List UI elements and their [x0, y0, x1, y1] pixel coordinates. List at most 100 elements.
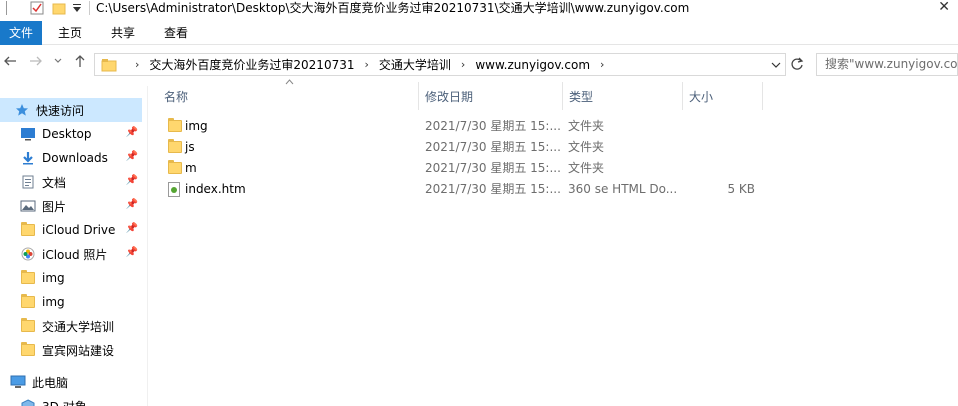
sidebar-item-icloud-drive[interactable]: iCloud Drive 📌: [0, 218, 142, 242]
file-size: 5 KB: [727, 182, 755, 196]
sidebar-item-label: iCloud 照片: [42, 247, 108, 262]
column-divider[interactable]: [418, 82, 419, 110]
file-row[interactable]: index.htm 2021/7/30 星期五 15:... 360 se HT…: [160, 179, 760, 200]
file-type: 文件夹: [568, 140, 605, 154]
download-icon: [20, 150, 36, 166]
breadcrumb-item[interactable]: 交大海外百度竞价业务过审20210731: [149, 56, 354, 73]
window-title: C:\Users\Administrator\Desktop\交大海外百度竞价业…: [96, 1, 690, 15]
column-header-size[interactable]: 大小: [685, 82, 761, 112]
sidebar-item-downloads[interactable]: Downloads 📌: [0, 146, 142, 170]
address-bar[interactable]: › 交大海外百度竞价业务过审20210731 › 交通大学培训 › www.zu…: [94, 53, 786, 76]
pin-icon[interactable]: 📌: [126, 247, 138, 258]
sidebar-item-label: 交通大学培训: [42, 319, 115, 334]
file-row[interactable]: m 2021/7/30 星期五 15:... 文件夹: [160, 158, 760, 179]
sidebar-item-label: 宣宾网站建设: [42, 343, 115, 358]
sidebar-item-label: 文档: [42, 175, 67, 190]
file-name: index.htm: [185, 182, 246, 196]
sidebar-item-label: 图片: [42, 199, 67, 214]
photos-icon: [20, 246, 36, 262]
file-row[interactable]: img 2021/7/30 星期五 15:... 文件夹: [160, 116, 760, 137]
tab-home[interactable]: 主页: [55, 21, 85, 45]
sidebar-item-label: 3D 对象: [42, 398, 87, 406]
breadcrumb-separator-icon[interactable]: ›: [135, 58, 139, 71]
folder-icon: [20, 270, 36, 286]
close-icon[interactable]: ✕: [938, 0, 950, 14]
sidebar-item-label: iCloud Drive: [42, 223, 116, 237]
file-type: 360 se HTML Do...: [568, 182, 678, 196]
customize-toolbar-icon[interactable]: [72, 0, 82, 16]
sidebar-item-this-pc[interactable]: 此电脑: [0, 370, 142, 394]
search-input[interactable]: 搜索"www.zunyigov.com": [816, 53, 958, 76]
column-header-type[interactable]: 类型: [565, 82, 681, 112]
pin-icon[interactable]: 📌: [126, 151, 138, 162]
sidebar-item-img[interactable]: img: [0, 266, 142, 290]
file-date: 2021/7/30 星期五 15:...: [425, 119, 561, 133]
breadcrumb-separator-icon[interactable]: ›: [365, 58, 369, 71]
tab-view[interactable]: 查看: [161, 21, 191, 45]
file-date: 2021/7/30 星期五 15:...: [425, 140, 561, 154]
address-folder-icon: [101, 58, 117, 72]
file-name: m: [185, 161, 197, 175]
breadcrumb-item[interactable]: www.zunyigov.com: [475, 58, 590, 72]
address-dropdown-icon[interactable]: [771, 54, 781, 75]
quick-access-separator: [4, 0, 10, 16]
sidebar-item-pictures[interactable]: 图片 📌: [0, 194, 142, 218]
sidebar-item-quick-access[interactable]: 快速访问: [0, 98, 142, 122]
file-name: js: [185, 140, 195, 154]
file-name: img: [185, 119, 208, 133]
sidebar-item-3d-objects[interactable]: 3D 对象: [0, 394, 142, 406]
sidebar-item-website-build[interactable]: 宣宾网站建设: [0, 338, 142, 362]
pin-icon[interactable]: 📌: [126, 199, 138, 210]
column-divider[interactable]: [682, 82, 683, 110]
tab-file[interactable]: 文件: [0, 21, 42, 45]
folder-icon: [20, 294, 36, 310]
star-icon: [14, 102, 30, 118]
folder-icon: [20, 318, 36, 334]
recent-locations-chevron-icon[interactable]: [48, 54, 68, 74]
file-date: 2021/7/30 星期五 15:...: [425, 161, 561, 175]
pin-icon[interactable]: 📌: [126, 223, 138, 234]
column-divider[interactable]: [762, 82, 763, 110]
sidebar-item-img-2[interactable]: img: [0, 290, 142, 314]
file-date: 2021/7/30 星期五 15:...: [425, 182, 561, 196]
sidebar-item-documents[interactable]: 文档 📌: [0, 170, 142, 194]
file-type: 文件夹: [568, 161, 605, 175]
up-arrow-icon[interactable]: [70, 54, 90, 74]
sidebar-item-label: Desktop: [42, 127, 92, 141]
breadcrumb-separator-icon[interactable]: ›: [461, 58, 465, 71]
desktop-icon: [20, 126, 36, 142]
column-divider[interactable]: [562, 82, 563, 110]
folder-icon: [20, 222, 36, 238]
documents-icon: [20, 174, 36, 190]
sidebar-item-label: Downloads: [42, 151, 108, 165]
title-separator: [88, 0, 92, 16]
title-bar: C:\Users\Administrator\Desktop\交大海外百度竞价业…: [0, 0, 958, 16]
folder-icon: [20, 342, 36, 358]
column-header-date[interactable]: 修改日期: [421, 82, 561, 112]
sidebar-item-icloud-photos[interactable]: iCloud 照片 📌: [0, 242, 142, 266]
column-header-name[interactable]: 名称: [160, 82, 418, 112]
breadcrumb-item[interactable]: 交通大学培训: [379, 56, 451, 73]
navigation-pane: 快速访问 Desktop 📌 Downloads 📌 文档 📌 图片 📌 iCl…: [0, 86, 148, 406]
sidebar-item-label: 此电脑: [32, 375, 69, 390]
refresh-icon[interactable]: [788, 53, 806, 76]
navigation-bar: › 交大海外百度竞价业务过审20210731 › 交通大学培训 › www.zu…: [0, 50, 958, 78]
new-folder-icon[interactable]: [52, 0, 66, 16]
sidebar-item-label: img: [42, 271, 65, 285]
tab-share[interactable]: 共享: [108, 21, 138, 45]
pin-icon[interactable]: 📌: [126, 127, 138, 138]
forward-arrow-icon[interactable]: [26, 54, 46, 74]
computer-icon: [10, 374, 26, 390]
back-arrow-icon[interactable]: [0, 54, 20, 74]
file-type: 文件夹: [568, 119, 605, 133]
sidebar-item-label: 快速访问: [36, 103, 85, 118]
properties-icon[interactable]: [30, 0, 44, 16]
breadcrumb-separator-icon[interactable]: ›: [600, 58, 604, 71]
pictures-icon: [20, 198, 36, 214]
sidebar-item-desktop[interactable]: Desktop 📌: [0, 122, 142, 146]
file-row[interactable]: js 2021/7/30 星期五 15:... 文件夹: [160, 137, 760, 158]
3d-objects-icon: [20, 398, 36, 406]
pin-icon[interactable]: 📌: [126, 175, 138, 186]
sidebar-item-label: img: [42, 295, 65, 309]
sidebar-item-jiaotong-training[interactable]: 交通大学培训: [0, 314, 142, 338]
